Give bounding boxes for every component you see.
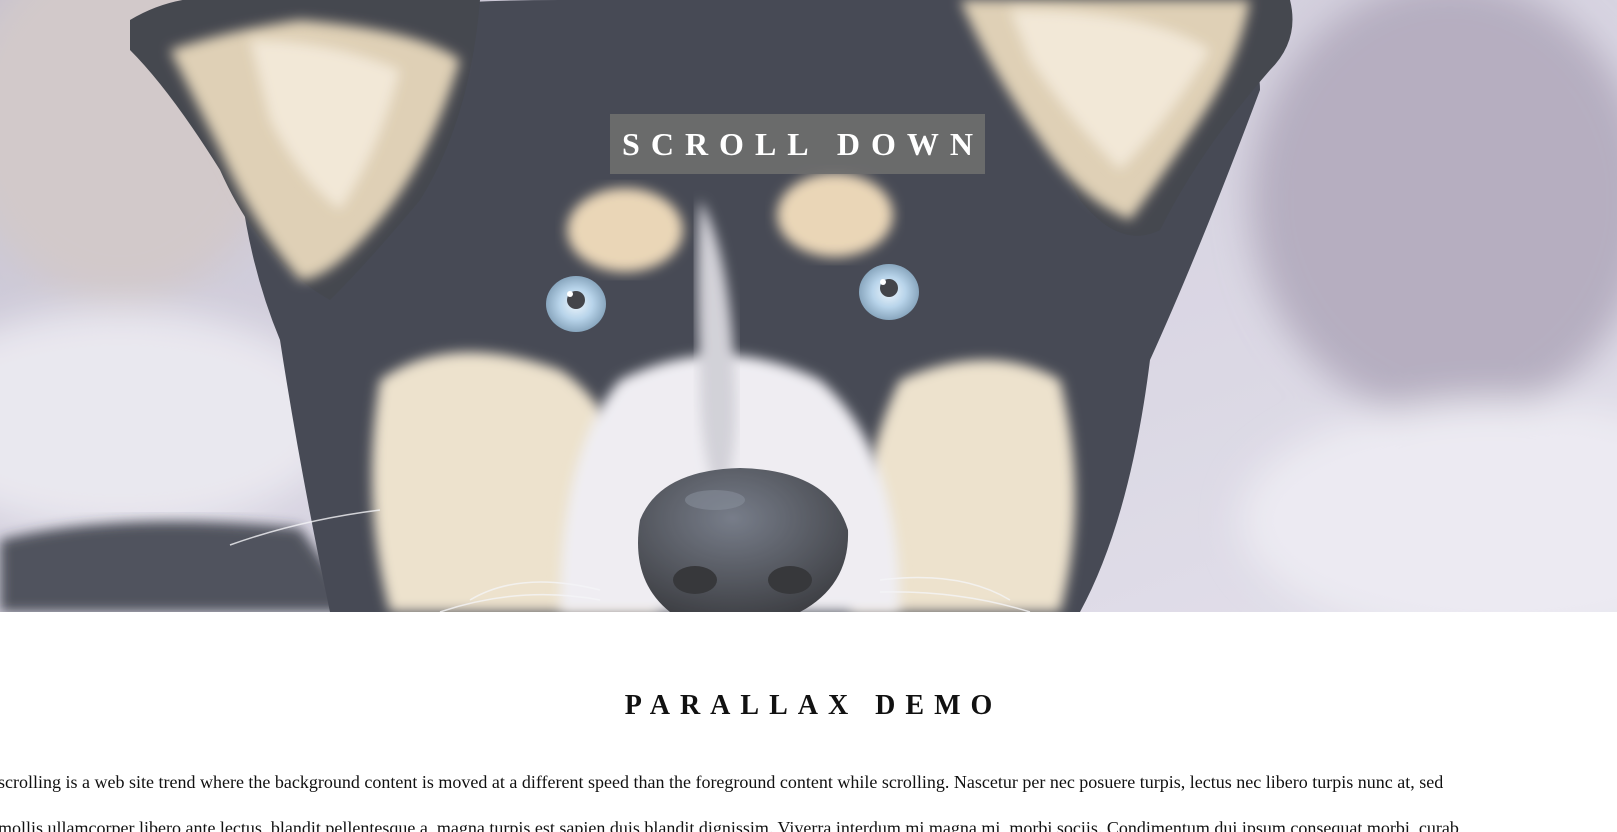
scroll-down-caption: SCROLL DOWN [610, 114, 985, 174]
section-title: PARALLAX DEMO [624, 690, 1003, 721]
hero-banner: SCROLL DOWN [0, 0, 1617, 612]
content-section: PARALLAX DEMO scrolling is a web site tr… [0, 612, 1617, 832]
paragraph-line: mollis ullamcorper libero ante lectus, b… [0, 818, 1459, 832]
paragraph-line: scrolling is a web site trend where the … [0, 772, 1444, 792]
husky-photo [0, 0, 1617, 612]
